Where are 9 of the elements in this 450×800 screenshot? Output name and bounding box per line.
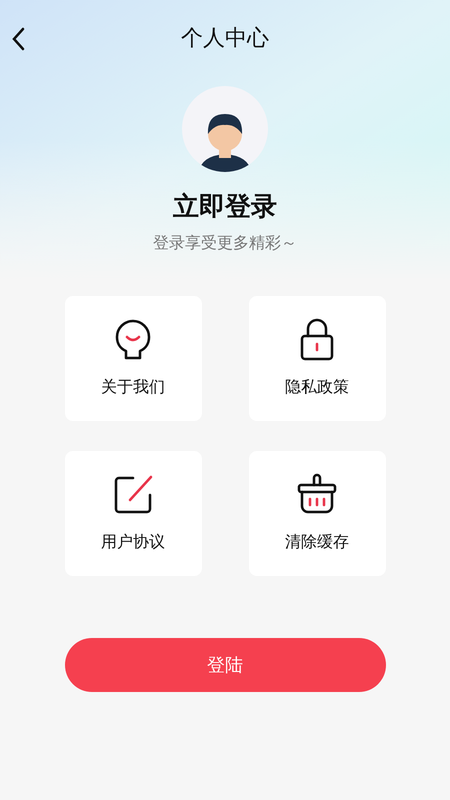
menu-card[interactable]: 清除缓存 [248,451,386,576]
login-button[interactable]: 登陆 [64,638,386,692]
basket-icon [295,472,339,516]
login-prompt[interactable]: 立即登录 [173,188,277,224]
menu-card[interactable]: 隐私政策 [248,296,386,421]
menu-card[interactable]: 用户协议 [64,451,202,576]
page-title: 个人中心 [181,24,269,52]
menu-card[interactable]: 关于我们 [64,296,202,421]
subtitle: 登录享受更多精彩～ [153,234,297,254]
